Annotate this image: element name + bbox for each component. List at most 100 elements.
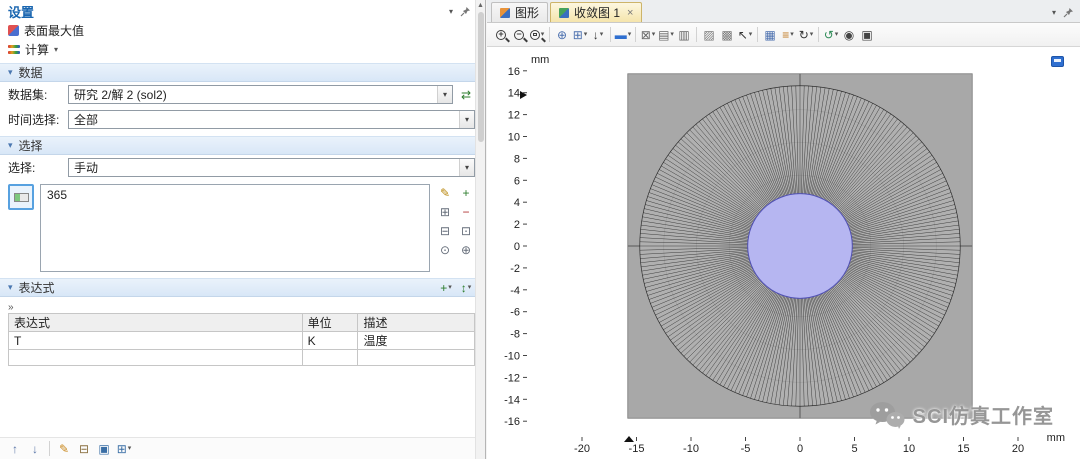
y-tick-label: -8 xyxy=(510,329,520,341)
expression-table-empty-area xyxy=(0,366,485,437)
selection-mode-select[interactable]: 手动 ▾ xyxy=(68,158,475,177)
settings-header: 设置 ▾ xyxy=(0,0,485,22)
graphics-panel: 图形 收敛图 1 × ▾ + − ▾ ⊕ ⊞ ▾ ↓ ▾ ▬ ▾ ⊠ ▾ ▤ ▾ ▥ ▨ ▩ ↖ ▾ ▦ ≡ ▾ ↻ ▾ ↺ ▾ ◉… xyxy=(487,0,1080,459)
camera-icon[interactable]: ◉ xyxy=(840,26,858,43)
settings-scrollbar[interactable]: ▲ xyxy=(475,0,485,459)
selection-list[interactable]: 365 xyxy=(40,184,430,272)
detach-window-icon[interactable] xyxy=(1051,56,1064,67)
pin-icon[interactable] xyxy=(1063,7,1074,18)
refresh-scene-icon[interactable]: ↺ ▾ xyxy=(822,26,840,43)
section-header-expression[interactable]: ▾ 表达式 + ▾ ↕ ▾ xyxy=(0,278,485,297)
comsol-window: 设置 ▾ 表面最大值 计算 ▾ ▾ 数据 数据集: 研究 2/解 2 (sol2… xyxy=(0,0,1080,459)
dataset-select[interactable]: 研究 2/解 2 (sol2) ▾ xyxy=(68,85,453,104)
expression-cell[interactable] xyxy=(8,349,303,366)
toolbar-separator xyxy=(818,27,819,42)
go-to-default-view-icon[interactable]: ⊞ ▾ xyxy=(571,26,589,43)
expression-cell[interactable]: T xyxy=(8,331,303,350)
scroll-up-icon[interactable]: ▲ xyxy=(477,2,484,9)
zoom-in-icon[interactable]: + xyxy=(492,26,510,43)
load-from-file-icon[interactable]: ⊟ xyxy=(75,440,93,457)
time-selection-label: 时间选择: xyxy=(8,113,60,127)
y-tick-label: 0 xyxy=(514,241,520,253)
chevron-down-icon[interactable]: ▾ xyxy=(459,159,474,176)
expression-tools: + ▾ ↕ ▾ xyxy=(437,279,475,296)
expression-cell[interactable] xyxy=(301,349,359,366)
view-down-icon[interactable]: ↓ ▾ xyxy=(589,26,607,43)
active-selection-toggle[interactable] xyxy=(8,184,34,210)
time-selection-select[interactable]: 全部 ▾ xyxy=(68,110,475,129)
create-selection-icon[interactable]: ✎ xyxy=(436,184,454,201)
tab-label: 收敛图 1 xyxy=(574,6,621,20)
time-selection-value: 全部 xyxy=(74,113,99,127)
zoom-extents-icon[interactable]: ⊕ xyxy=(553,26,571,43)
chevron-down-icon[interactable]: ▾ xyxy=(459,111,474,128)
export-image-icon[interactable]: ▤ ▾ xyxy=(657,26,675,43)
chevron-down-icon[interactable]: ▾ xyxy=(437,86,452,103)
zoom-box-icon[interactable]: ▾ xyxy=(528,26,546,43)
settings-panel: 设置 ▾ 表面最大值 计算 ▾ ▾ 数据 数据集: 研究 2/解 2 (sol2… xyxy=(0,0,486,459)
compute-button[interactable]: 计算 ▾ xyxy=(0,39,485,59)
move-down-icon[interactable]: ↓ xyxy=(26,440,44,457)
legend-icon[interactable]: ≡ ▾ xyxy=(779,26,797,43)
clear-selection-icon[interactable]: ⊡ xyxy=(457,222,475,239)
add-expression-icon[interactable]: + ▾ xyxy=(437,279,455,296)
y-tick-label: -6 xyxy=(510,307,520,319)
add-to-selection-icon[interactable]: + xyxy=(457,184,475,201)
section-header-data[interactable]: ▾ 数据 xyxy=(0,63,485,82)
scene-color-icon[interactable]: ▬ ▾ xyxy=(614,26,632,43)
select-entities-icon[interactable]: ↖ ▾ xyxy=(736,26,754,43)
zoom-to-selection-icon[interactable]: ⊙ xyxy=(436,241,454,258)
panel-menu-icon[interactable]: ▾ xyxy=(449,7,453,16)
copy-image-icon[interactable]: ⊠ ▾ xyxy=(639,26,657,43)
transparency-icon[interactable]: ▨ xyxy=(700,26,718,43)
x-tick-label: -10 xyxy=(683,443,699,455)
tab-list-icon[interactable]: ▾ xyxy=(1052,8,1056,17)
settings-bottom-toolbar: ↑ ↓ ✎ ⊟ ▣ ⊞ ▾ xyxy=(0,437,485,459)
move-up-icon[interactable]: ↑ xyxy=(6,440,24,457)
selection-tools-right: + − ⊡ ⊕ xyxy=(457,184,475,258)
scrollbar-thumb[interactable] xyxy=(477,12,484,142)
compute-caret-icon[interactable]: ▾ xyxy=(54,45,58,54)
tab-bar-icons: ▾ xyxy=(1052,7,1074,18)
table-row-marker: » xyxy=(8,301,475,313)
x-tick-label: 10 xyxy=(903,443,915,455)
table-settings-icon[interactable]: ⊞ ▾ xyxy=(115,440,133,457)
save-to-file-icon[interactable]: ▣ xyxy=(95,440,113,457)
selection-list-item[interactable]: 365 xyxy=(47,188,423,202)
selection-mode-value: 手动 xyxy=(74,161,99,175)
tab-convergence-plot[interactable]: 收敛图 1 × xyxy=(550,2,643,22)
y-tick-label: 2 xyxy=(514,219,520,231)
plot-area[interactable]: -20 -15 -10 -5 0 5 10 15 20 16 14 12 10 8 6 4 2 0 -2 -4 -6 -8… xyxy=(487,47,1080,459)
replace-expression-icon[interactable]: ↕ ▾ xyxy=(457,279,475,296)
grid-icon[interactable]: ▦ xyxy=(761,26,779,43)
expression-cell[interactable] xyxy=(357,349,475,366)
zoom-out-icon[interactable]: − xyxy=(510,26,528,43)
selection-mode-row: 选择: 手动 ▾ xyxy=(0,155,485,180)
y-tick-label: 14 xyxy=(508,88,520,100)
switch-solution-icon[interactable]: ⇄ xyxy=(457,86,475,103)
pin-icon[interactable] xyxy=(460,6,471,17)
y-tick-label: -14 xyxy=(504,394,520,406)
center-selection-icon[interactable]: ⊕ xyxy=(457,241,475,258)
edit-expression-icon[interactable]: ✎ xyxy=(55,440,73,457)
toolbar-separator xyxy=(49,441,50,456)
close-icon[interactable]: × xyxy=(627,7,633,19)
copy-selection-icon[interactable]: ⊞ xyxy=(436,203,454,220)
rotate-view-icon[interactable]: ↻ ▾ xyxy=(797,26,815,43)
wireframe-icon[interactable]: ▩ xyxy=(718,26,736,43)
tab-graphics[interactable]: 图形 xyxy=(491,2,549,22)
selection-tool-columns: ✎ ⊞ ⊟ ⊙ + − ⊡ ⊕ xyxy=(436,184,475,258)
collapse-icon[interactable]: ▾ xyxy=(8,67,13,78)
remove-from-selection-icon[interactable]: − xyxy=(457,203,475,220)
expression-cell[interactable]: K xyxy=(301,331,359,350)
selection-area: 365 ✎ ⊞ ⊟ ⊙ + − ⊡ ⊕ xyxy=(0,180,485,274)
collapse-icon[interactable]: ▾ xyxy=(8,282,13,293)
expression-cell[interactable]: 温度 xyxy=(357,331,475,350)
print-icon[interactable]: ▥ xyxy=(675,26,693,43)
graphics-toolbar: + − ▾ ⊕ ⊞ ▾ ↓ ▾ ▬ ▾ ⊠ ▾ ▤ ▾ ▥ ▨ ▩ ↖ ▾ ▦ ≡ ▾ ↻ ▾ ↺ ▾ ◉ ▣ xyxy=(487,23,1080,47)
x-tick-label: -20 xyxy=(574,443,590,455)
paste-selection-icon[interactable]: ⊟ xyxy=(436,222,454,239)
section-header-selection[interactable]: ▾ 选择 xyxy=(0,136,485,155)
collapse-icon[interactable]: ▾ xyxy=(8,140,13,151)
printer-icon[interactable]: ▣ xyxy=(858,26,876,43)
